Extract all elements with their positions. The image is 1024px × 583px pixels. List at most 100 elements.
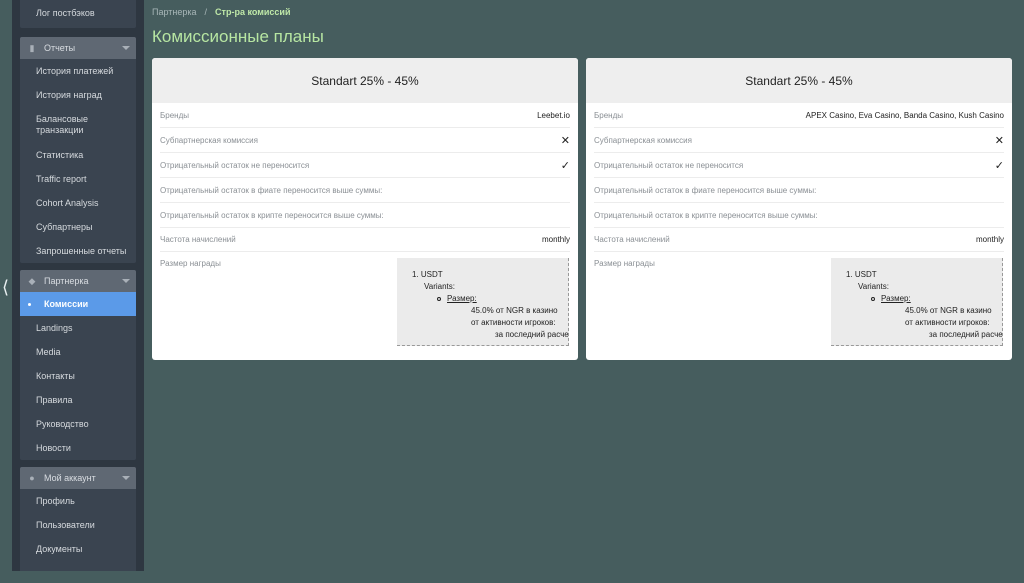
check-icon: ✓: [560, 158, 570, 172]
row-negative-crypto: Отрицательный остаток в крипте переносит…: [160, 203, 570, 228]
sidebar-item-label: Media: [36, 346, 61, 357]
row-label: Отрицательный остаток не переносится: [594, 160, 744, 170]
reward-size-label: Размер:: [447, 294, 477, 303]
sidebar-item-payment-history[interactable]: История платежей: [20, 59, 136, 83]
row-label: Частота начислений: [160, 234, 236, 244]
sidebar-item-commissions[interactable]: Комиссии: [20, 292, 136, 316]
sidebar-item-label: Лог постбэков: [36, 7, 95, 18]
row-label: Отрицательный остаток в крипте переносит…: [160, 210, 384, 220]
sidebar-item-news[interactable]: Новости: [20, 436, 136, 460]
collapse-sidebar-icon[interactable]: ⟨: [2, 278, 9, 298]
row-no-carry: Отрицательный остаток не переносится ✓: [160, 153, 570, 178]
reward-period: за последний расчет: [495, 330, 569, 339]
diamond-icon: ◆: [28, 275, 36, 286]
sidebar-item-statistics[interactable]: Статистика: [20, 143, 136, 167]
reward-period: за последний расчет: [929, 330, 1003, 339]
reports-icon: ▮: [29, 42, 35, 53]
row-brands: Бренды Leebet.io: [160, 103, 570, 128]
row-label: Бренды: [160, 110, 189, 120]
sidebar-item-landings[interactable]: Landings: [20, 316, 136, 340]
sidebar-item-label: Комиссии: [44, 298, 89, 309]
reward-percent: 45.0% от NGR в казино: [905, 306, 992, 315]
chevron-down-icon: [122, 46, 130, 50]
sidebar-item-label: Cohort Analysis: [36, 197, 99, 208]
sidebar-item-cohort-analysis[interactable]: Cohort Analysis: [20, 191, 136, 215]
page-title: Комиссионные планы: [152, 27, 324, 46]
check-icon: ✓: [994, 158, 1004, 172]
sidebar-item-label: Landings: [36, 322, 73, 333]
sidebar-group-header-account[interactable]: ● Мой аккаунт: [20, 467, 136, 489]
active-dot-icon: [28, 302, 31, 306]
breadcrumb: Партнерка / Стр-ра комиссий: [152, 7, 290, 17]
reward-details-box[interactable]: 1. USDT Variants: Размер: 45.0% от NGR в…: [397, 258, 569, 346]
sidebar-item-label: История наград: [36, 89, 102, 100]
chevron-down-icon: [122, 279, 130, 283]
sidebar-group-header-partner[interactable]: ◆ Партнерка: [20, 270, 136, 292]
row-subpartner: Субпартнерская комиссия ✕: [160, 128, 570, 153]
user-icon: ●: [29, 473, 35, 483]
frequency-value: monthly: [975, 234, 1004, 244]
row-negative-fiat: Отрицательный остаток в фиате переноситс…: [160, 178, 570, 203]
frequency-value: monthly: [541, 234, 570, 244]
sidebar-item-media[interactable]: Media: [20, 340, 136, 364]
bullet-icon: [437, 297, 441, 301]
bullet-icon: [871, 297, 875, 301]
row-frequency: Частота начислений monthly: [160, 227, 570, 252]
brands-value: APEX Casino, Eva Casino, Banda Casino, K…: [805, 110, 1004, 120]
cross-icon: ✕: [994, 133, 1004, 147]
commission-plan-card: Standart 25% - 45% Бренды Leebet.io Субп…: [152, 58, 578, 360]
sidebar-item-documents[interactable]: Документы: [20, 537, 136, 561]
row-frequency: Частота начислений monthly: [594, 227, 1004, 252]
row-no-carry: Отрицательный остаток не переносится ✓: [594, 153, 1004, 178]
breadcrumb-root-link[interactable]: Партнерка: [152, 7, 197, 17]
sidebar-item-label: Контакты: [36, 370, 75, 381]
sidebar-item-rules[interactable]: Правила: [20, 388, 136, 412]
row-negative-crypto: Отрицательный остаток в крипте переносит…: [594, 203, 1004, 228]
sidebar-item-label: Статистика: [36, 149, 84, 160]
sidebar-group-reports: ▮ Отчеты История платежей История наград…: [20, 37, 136, 263]
sidebar-item-guide[interactable]: Руководство: [20, 412, 136, 436]
reward-percent: 45.0% от NGR в казино: [471, 306, 558, 315]
commission-plan-card: Standart 25% - 45% Бренды APEX Casino, E…: [586, 58, 1012, 360]
reward-currency: 1. USDT: [846, 270, 877, 279]
sidebar-group-label: Мой аккаунт: [44, 473, 96, 483]
sidebar-item-balance-transactions[interactable]: Балансовые транзакции: [20, 107, 136, 143]
sidebar-group-label: Отчеты: [44, 43, 76, 53]
reward-variants-label: Variants:: [424, 282, 455, 291]
sidebar-item-label: Traffic report: [36, 173, 87, 184]
row-label: Отрицательный остаток не переносится: [160, 160, 310, 170]
row-label: Бренды: [594, 110, 623, 120]
row-brands: Бренды APEX Casino, Eva Casino, Banda Ca…: [594, 103, 1004, 128]
sidebar-item-label: Руководство: [36, 418, 89, 429]
reward-activity: от активности игроков:: [471, 318, 556, 327]
sidebar-item-subpartners[interactable]: Субпартнеры: [20, 215, 136, 239]
sidebar-item-label: История платежей: [36, 65, 114, 76]
sidebar-item-users[interactable]: Пользователи: [20, 513, 136, 537]
sidebar-item-profile[interactable]: Профиль: [20, 489, 136, 513]
row-label: Частота начислений: [594, 234, 670, 244]
row-label: Отрицательный остаток в фиате переноситс…: [160, 185, 383, 195]
sidebar-group-label: Партнерка: [44, 276, 89, 286]
row-negative-fiat: Отрицательный остаток в фиате переноситс…: [594, 178, 1004, 203]
sidebar-item-label: Пользователи: [36, 519, 95, 530]
reward-details-box[interactable]: 1. USDT Variants: Размер: 45.0% от NGR в…: [831, 258, 1003, 346]
sidebar-group-top: Лог постбэков: [20, 0, 136, 28]
sidebar-group-account: ● Мой аккаунт Профиль Пользователи Докум…: [20, 467, 136, 571]
sidebar-item-requested-reports[interactable]: Запрошенные отчеты: [20, 239, 136, 263]
breadcrumb-separator: /: [204, 7, 208, 17]
reward-currency: 1. USDT: [412, 270, 443, 279]
breadcrumb-current: Стр-ра комиссий: [215, 7, 291, 17]
sidebar-item-label: Правила: [36, 394, 73, 405]
cross-icon: ✕: [560, 133, 570, 147]
sidebar-item-label: Запрошенные отчеты: [36, 245, 127, 256]
sidebar-item-label: Балансовые транзакции: [36, 114, 89, 135]
row-label: Субпартнерская комиссия: [160, 135, 258, 145]
reward-activity: от активности игроков:: [905, 318, 990, 327]
sidebar-group-header-reports[interactable]: ▮ Отчеты: [20, 37, 136, 59]
sidebar-item-label: Субпартнеры: [36, 221, 93, 232]
sidebar-item-reward-history[interactable]: История наград: [20, 83, 136, 107]
sidebar-item-postback-log[interactable]: Лог постбэков: [20, 0, 136, 22]
reward-size-label: Размер:: [881, 294, 911, 303]
sidebar-item-traffic-report[interactable]: Traffic report: [20, 167, 136, 191]
sidebar-item-contacts[interactable]: Контакты: [20, 364, 136, 388]
